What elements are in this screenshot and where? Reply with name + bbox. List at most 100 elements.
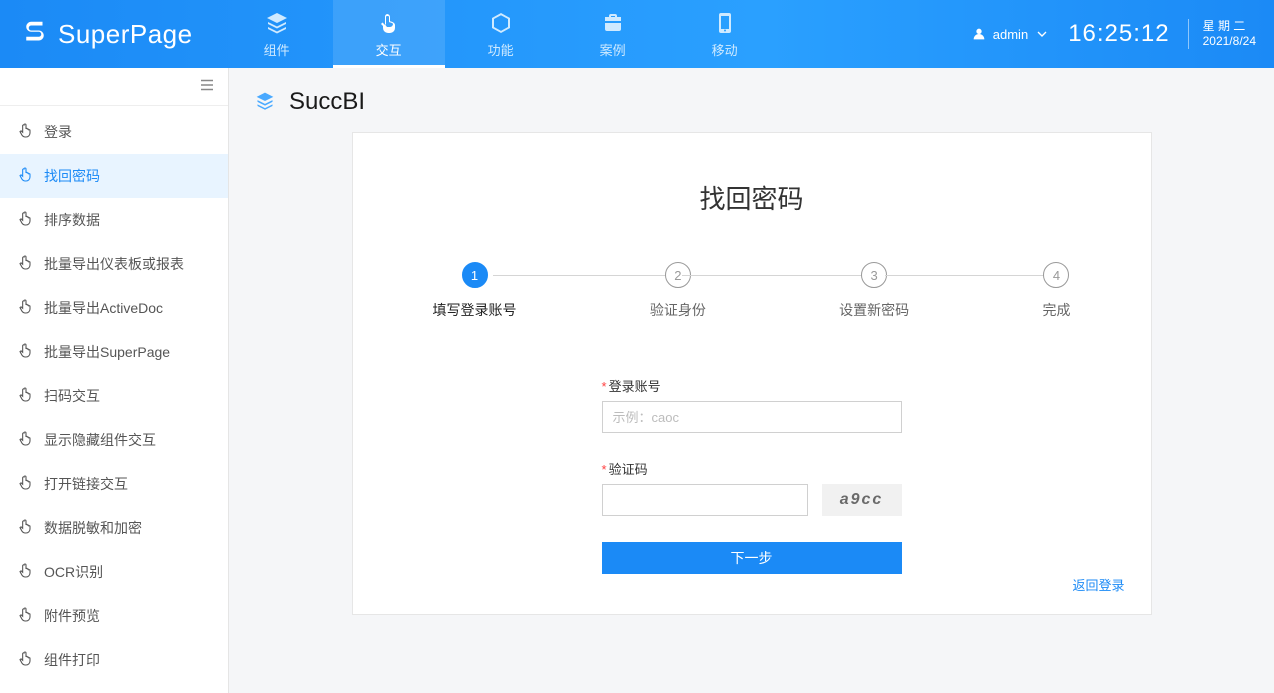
top-right: admin 16:25:12 星 期 二 2021/8/24 — [971, 0, 1274, 68]
title-row: SuccBI — [255, 88, 1248, 116]
hand-icon — [18, 563, 34, 582]
hand-icon — [18, 211, 34, 230]
sidebar-item-mask-encrypt[interactable]: 数据脱敏和加密 — [0, 506, 228, 550]
clock-date: 星 期 二 2021/8/24 — [1188, 19, 1256, 49]
step-label: 设置新密码 — [839, 300, 909, 320]
topnav-label: 交互 — [376, 40, 402, 59]
step-connector — [885, 275, 1066, 276]
topnav: 组件 交互 功能 案例 移动 — [221, 0, 781, 68]
topnav-label: 案例 — [600, 40, 626, 59]
sidebar-item-scan[interactable]: 扫码交互 — [0, 374, 228, 418]
layers-icon — [255, 91, 275, 114]
hand-icon — [18, 343, 34, 362]
step-label: 完成 — [1042, 300, 1070, 320]
sidebar-item-login[interactable]: 登录 — [0, 110, 228, 154]
tap-icon — [376, 10, 402, 36]
card-heading: 找回密码 — [393, 179, 1111, 216]
step-3: 3 设置新密码 — [839, 262, 909, 320]
topnav-features[interactable]: 功能 — [445, 0, 557, 68]
step-connector — [682, 275, 863, 276]
user-menu[interactable]: admin — [971, 26, 1050, 42]
sidebar: 登录找回密码排序数据批量导出仪表板或报表批量导出ActiveDoc 批量导出Sup… — [0, 68, 229, 693]
sidebar-item-label: 附件预览 — [44, 606, 100, 626]
sidebar-item-label: OCR识别 — [44, 562, 103, 582]
topnav-mobile[interactable]: 移动 — [669, 0, 781, 68]
step-circle: 4 — [1043, 262, 1069, 288]
hand-icon — [18, 519, 34, 538]
sidebar-item-sort-data[interactable]: 排序数据 — [0, 198, 228, 242]
sidebar-item-label: 组件打印 — [44, 650, 100, 670]
step-connector — [493, 275, 674, 276]
label-account: *登录账号 — [602, 376, 902, 395]
sidebar-item-open-link[interactable]: 打开链接交互 — [0, 462, 228, 506]
sidebar-item-label: 显示隐藏组件交互 — [44, 430, 156, 450]
clock-time: 16:25:12 — [1068, 20, 1169, 48]
hand-icon — [18, 167, 34, 186]
hand-icon — [18, 387, 34, 406]
logo-icon — [20, 18, 50, 51]
cube-icon — [488, 10, 514, 36]
page-title: SuccBI — [289, 88, 365, 116]
input-account[interactable] — [602, 401, 902, 433]
sidebar-item-label: 登录 — [44, 122, 72, 142]
sidebar-item-export-dashboard[interactable]: 批量导出仪表板或报表 — [0, 242, 228, 286]
sidebar-item-export-superpage[interactable]: 批量导出SuperPage — [0, 330, 228, 374]
sidebar-item-reset-password[interactable]: 找回密码 — [0, 154, 228, 198]
back-to-login-link[interactable]: 返回登录 — [1072, 575, 1124, 594]
sidebar-list: 登录找回密码排序数据批量导出仪表板或报表批量导出ActiveDoc 批量导出Sup… — [0, 106, 228, 682]
step-2: 2验证身份 — [650, 262, 706, 320]
mobile-icon — [712, 10, 738, 36]
sidebar-item-attachment[interactable]: 附件预览 — [0, 594, 228, 638]
sidebar-item-comp-print[interactable]: 组件打印 — [0, 638, 228, 682]
sidebar-item-label: 批量导出ActiveDoc — [44, 298, 163, 318]
step-circle: 3 — [861, 262, 887, 288]
sidebar-item-label: 找回密码 — [44, 166, 100, 186]
steps: 1 填写登录账号 2验证身份 3 设置新密码 4 完成 — [433, 262, 1071, 320]
form: *登录账号 *验证码 a9cc 下一步 — [602, 376, 902, 574]
step-label: 验证身份 — [650, 300, 706, 320]
hand-icon — [18, 255, 34, 274]
hand-icon — [18, 123, 34, 142]
sidebar-header — [0, 68, 228, 106]
card: 找回密码 1 填写登录账号 2验证身份 3 设置新密码 4 完成 *登录账号 *验证码 a9… — [352, 132, 1152, 615]
sidebar-item-show-hide[interactable]: 显示隐藏组件交互 — [0, 418, 228, 462]
brand-name: SuperPage — [58, 19, 193, 50]
captcha-image[interactable]: a9cc — [822, 484, 902, 516]
step-circle: 1 — [462, 262, 488, 288]
menu-toggle-icon[interactable] — [198, 76, 216, 97]
hand-icon — [18, 651, 34, 670]
hand-icon — [18, 607, 34, 626]
sidebar-item-label: 批量导出仪表板或报表 — [44, 254, 184, 274]
step-1: 1 填写登录账号 — [433, 262, 517, 320]
topnav-components[interactable]: 组件 — [221, 0, 333, 68]
sidebar-item-ocr[interactable]: OCR识别 — [0, 550, 228, 594]
step-label: 填写登录账号 — [433, 300, 517, 320]
sidebar-item-label: 数据脱敏和加密 — [44, 518, 142, 538]
topnav-label: 功能 — [488, 40, 514, 59]
user-name: admin — [993, 27, 1028, 42]
hand-icon — [18, 431, 34, 450]
brand[interactable]: SuperPage — [0, 0, 221, 68]
topnav-label: 移动 — [712, 40, 738, 59]
input-captcha[interactable] — [602, 484, 808, 516]
topbar: SuperPage 组件 交互 功能 案例 — [0, 0, 1274, 68]
hand-icon — [18, 475, 34, 494]
field-account: *登录账号 — [602, 376, 902, 433]
workspace: 登录找回密码排序数据批量导出仪表板或报表批量导出ActiveDoc 批量导出Sup… — [0, 68, 1274, 693]
hand-icon — [18, 299, 34, 318]
topnav-label: 组件 — [264, 40, 290, 59]
sidebar-item-label: 排序数据 — [44, 210, 100, 230]
content: SuccBI 找回密码 1 填写登录账号 2验证身份 3 设置新密码 4 完成 *登录账号 … — [229, 68, 1274, 693]
topnav-interact[interactable]: 交互 — [333, 0, 445, 68]
topnav-cases[interactable]: 案例 — [557, 0, 669, 68]
user-icon — [971, 26, 987, 42]
field-captcha: *验证码 a9cc — [602, 459, 902, 516]
sidebar-item-label: 打开链接交互 — [44, 474, 128, 494]
step-4: 4 完成 — [1042, 262, 1070, 320]
label-captcha: *验证码 — [602, 459, 902, 478]
next-button[interactable]: 下一步 — [602, 542, 902, 574]
layers-icon — [264, 10, 290, 36]
chevron-down-icon — [1034, 26, 1050, 42]
sidebar-item-export-activedoc[interactable]: 批量导出ActiveDoc — [0, 286, 228, 330]
clock-datestr: 2021/8/24 — [1203, 34, 1256, 49]
